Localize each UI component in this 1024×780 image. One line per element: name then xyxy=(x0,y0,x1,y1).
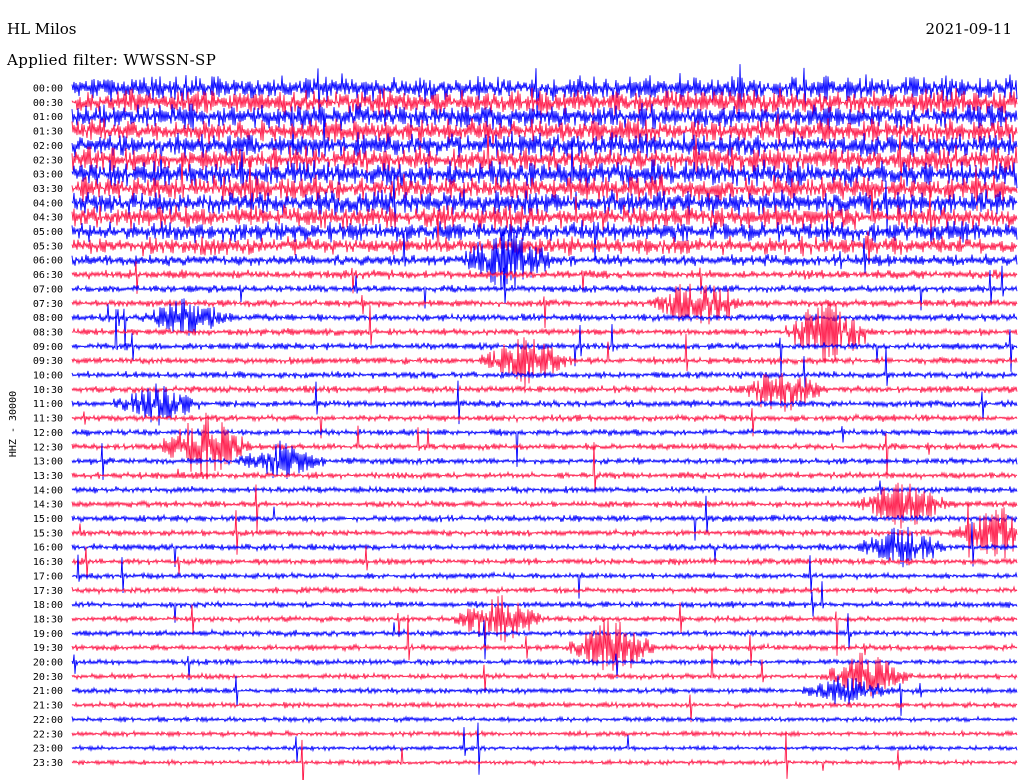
trace-row-0000 xyxy=(71,64,1018,118)
row-label: 02:00 xyxy=(33,141,63,152)
row-label: 06:00 xyxy=(33,256,63,267)
row-label: 15:00 xyxy=(33,514,63,525)
helicorder-plot: 00:00 00:30 01:00 01:30 02:00 02:30 03:00 03:30… xyxy=(8,64,1018,780)
row-label: 17:00 xyxy=(33,571,63,582)
row-label: 06:30 xyxy=(33,270,63,281)
trace-row-1130 xyxy=(71,408,1018,439)
row-label: 14:30 xyxy=(33,500,63,511)
row-label: 01:00 xyxy=(33,112,63,123)
row-label: 13:30 xyxy=(33,471,63,482)
row-label: 03:30 xyxy=(33,184,63,195)
row-label: 20:00 xyxy=(33,658,63,669)
row-label: 05:30 xyxy=(33,241,63,252)
row-label: 10:00 xyxy=(33,371,63,382)
trace-row-2330 xyxy=(71,731,1018,780)
row-label: 21:00 xyxy=(33,686,63,697)
row-label: 19:30 xyxy=(33,643,63,654)
row-label: 04:30 xyxy=(33,213,63,224)
row-label: 12:30 xyxy=(33,442,63,453)
trace-row-1730 xyxy=(71,585,1018,596)
row-label: 15:30 xyxy=(33,528,63,539)
row-label: 11:00 xyxy=(33,399,63,410)
trace-row-2200 xyxy=(71,714,1018,724)
filter-label: Applied filter: WWSSN-SP xyxy=(7,51,217,69)
row-label: 23:00 xyxy=(33,744,63,755)
trace-row-0930 xyxy=(71,333,1018,388)
trace-row-1630 xyxy=(71,545,1018,580)
row-label: 19:00 xyxy=(33,629,63,640)
row-label: 00:30 xyxy=(33,98,63,109)
row-label: 17:30 xyxy=(33,586,63,597)
trace-row-1400 xyxy=(71,480,1018,495)
row-label: 22:30 xyxy=(33,729,63,740)
channel-label: HHZ - 30000 xyxy=(8,391,19,457)
row-label: 14:00 xyxy=(33,485,63,496)
row-label: 08:30 xyxy=(33,327,63,338)
row-label: 22:00 xyxy=(33,715,63,726)
row-label: 04:00 xyxy=(33,198,63,209)
row-label: 18:30 xyxy=(33,614,63,625)
row-label: 09:00 xyxy=(33,342,63,353)
row-label: 00:00 xyxy=(33,84,63,95)
row-label: 21:30 xyxy=(33,701,63,712)
row-label: 13:00 xyxy=(33,457,63,468)
row-label: 16:30 xyxy=(33,557,63,568)
row-label: 23:30 xyxy=(33,758,63,769)
row-label: 01:30 xyxy=(33,127,63,138)
trace-row-1230 xyxy=(71,412,1018,480)
trace-row-2300 xyxy=(71,722,1018,775)
row-label: 16:00 xyxy=(33,543,63,554)
row-label: 07:00 xyxy=(33,284,63,295)
row-label: 12:00 xyxy=(33,428,63,439)
trace-row-1930 xyxy=(71,614,1018,673)
row-label: 11:30 xyxy=(33,414,63,425)
row-label: 02:30 xyxy=(33,155,63,166)
row-label: 10:30 xyxy=(33,385,63,396)
row-label: 07:30 xyxy=(33,299,63,310)
row-label: 18:00 xyxy=(33,600,63,611)
row-label: 08:00 xyxy=(33,313,63,324)
row-label: 03:00 xyxy=(33,170,63,181)
row-label: 20:30 xyxy=(33,672,63,683)
row-label: 09:30 xyxy=(33,356,63,367)
row-label: 05:00 xyxy=(33,227,63,238)
trace-row-2230 xyxy=(71,729,1018,739)
